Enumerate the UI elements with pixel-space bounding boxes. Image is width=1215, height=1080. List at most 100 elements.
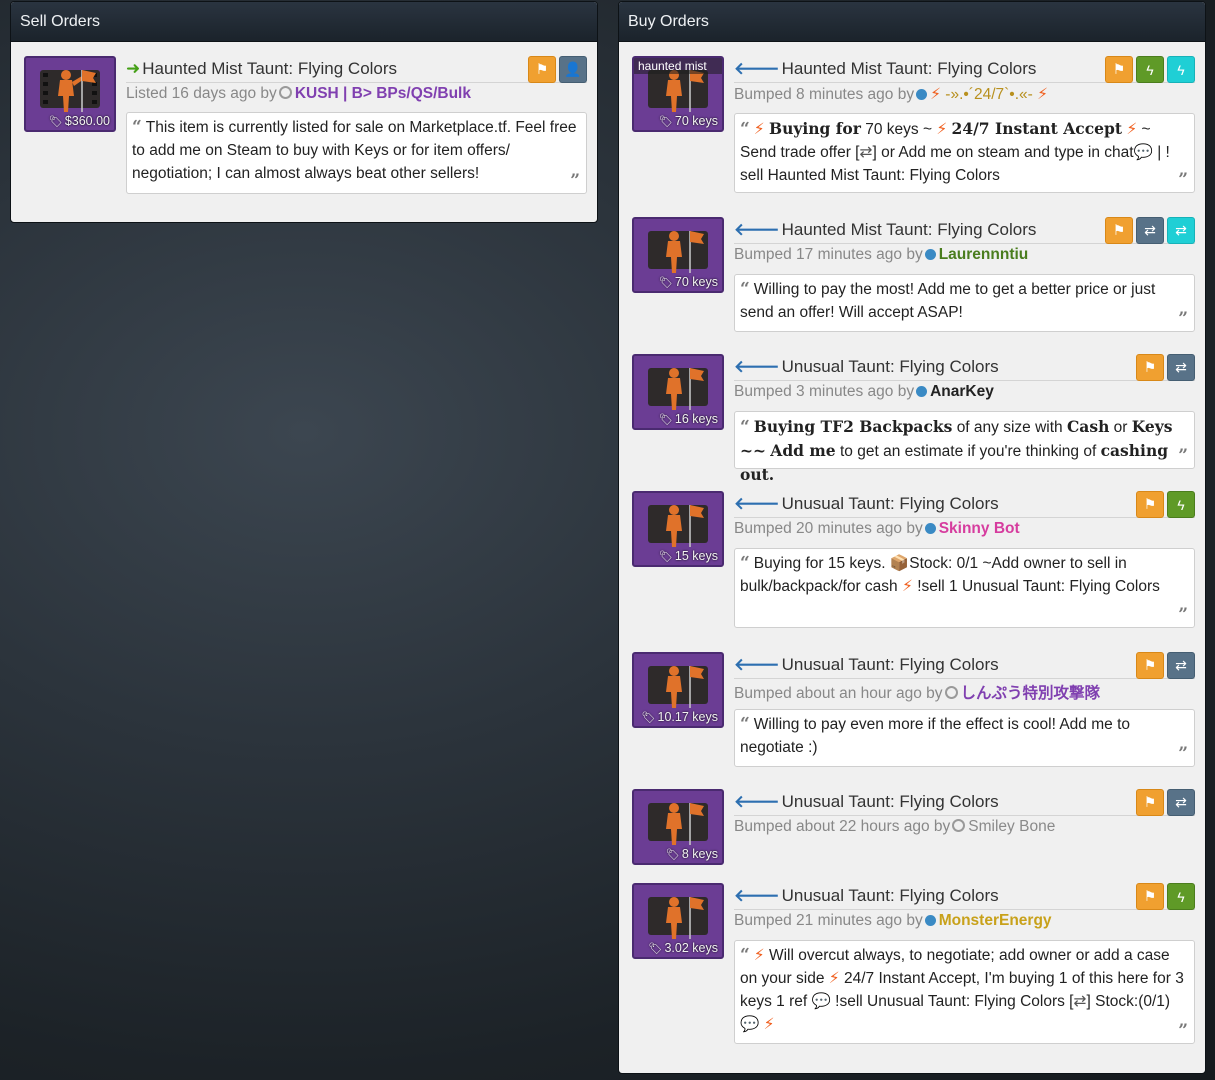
item-thumbnail[interactable]: 🏷 8 keys: [632, 789, 724, 865]
chat-bubble-icon: 💬: [1133, 144, 1153, 161]
item-title[interactable]: Haunted Mist Taunt: Flying Colors: [782, 220, 1037, 239]
listing-actions: ⚑ ⇄: [1136, 789, 1195, 816]
tag-icon: 🏷: [48, 116, 63, 128]
swap-icon: ⇄: [1073, 993, 1087, 1010]
buy-listing-5: 🏷 10.17 keys 🡐 Unusual Taunt: Flying Color…: [632, 652, 1195, 772]
item-price-label: 🏷 70 keys: [659, 114, 718, 128]
desc-part: 24/7 Instant Accept: [951, 119, 1122, 138]
desc-part: 70 keys ~: [865, 121, 933, 138]
desc-part: ~: [1141, 121, 1151, 138]
item-title[interactable]: Unusual Taunt: Flying Colors: [782, 886, 999, 905]
desc-part: Buying for 15 keys.: [753, 555, 886, 572]
buyer-username[interactable]: Smiley Bone: [968, 818, 1055, 835]
lightning-icon: ⚡: [828, 970, 840, 987]
trade-offer-button[interactable]: ⇄: [1167, 652, 1195, 679]
item-title-row: 🡐 Unusual Taunt: Flying Colors: [734, 791, 1195, 816]
item-price-label: 🏷 70 keys: [659, 275, 718, 289]
report-flag-button[interactable]: ⚑: [1136, 354, 1164, 381]
taunt-item-image: [648, 231, 708, 273]
trade-offer-button[interactable]: ⇄: [1167, 789, 1195, 816]
item-thumbnail[interactable]: 🏷 16 keys: [632, 354, 724, 430]
chat-bubble-icon: 💬: [811, 993, 831, 1010]
item-title[interactable]: Unusual Taunt: Flying Colors: [782, 792, 999, 811]
item-thumbnail[interactable]: 🏷 15 keys: [632, 491, 724, 567]
instant-trade-button[interactable]: ϟ: [1136, 56, 1164, 83]
report-flag-button[interactable]: ⚑: [1136, 789, 1164, 816]
item-title-row: 🡐 Unusual Taunt: Flying Colors: [734, 493, 1195, 518]
sell-orders-panel: Sell Orders 🏷 $360.00 ➜ Haunted Mist Taunt…: [10, 1, 598, 223]
listing-meta: Listed 16 days ago by KUSH | B> BPs/QS/Bu…: [126, 85, 471, 103]
tag-icon: 🏷: [658, 277, 673, 289]
trade-offer-button[interactable]: ⇄: [1167, 354, 1195, 381]
item-thumbnail[interactable]: 🏷 10.17 keys: [632, 652, 724, 728]
item-price-label: 🏷 10.17 keys: [642, 710, 718, 724]
report-flag-button[interactable]: ⚑: [1136, 883, 1164, 910]
listing-actions: ⚑ ϟ: [1136, 491, 1195, 518]
listing-actions: ⚑ ⇄ ⇄: [1105, 217, 1195, 244]
item-title-row: 🡐 Unusual Taunt: Flying Colors: [734, 356, 1195, 381]
item-price-label: 🏷 3.02 keys: [649, 941, 718, 955]
instant-trade-button[interactable]: ϟ: [1167, 491, 1195, 518]
item-thumbnail[interactable]: 🏷 70 keys: [632, 217, 724, 293]
item-title[interactable]: Haunted Mist Taunt: Flying Colors: [782, 59, 1037, 78]
seller-username[interactable]: KUSH | B> BPs/QS/Bulk: [295, 85, 471, 102]
tag-icon: 🏷: [665, 849, 680, 861]
tag-icon: 🏷: [658, 116, 673, 128]
instant-trade-button[interactable]: ϟ: [1167, 883, 1195, 910]
taunt-item-image: [40, 70, 100, 112]
item-title-row: 🡐 Unusual Taunt: Flying Colors: [734, 654, 1195, 679]
report-flag-button[interactable]: ⚑: [528, 56, 556, 83]
swap-icon: ⇄: [1175, 222, 1187, 238]
online-status-icon: [916, 386, 928, 397]
desc-part: Buying for: [768, 119, 861, 138]
status-ring-icon: [952, 819, 966, 832]
effect-label: haunted mist: [634, 58, 722, 74]
item-title-row: 🡐 Unusual Taunt: Flying Colors: [734, 885, 1195, 910]
item-thumbnail[interactable]: 🏷 $360.00: [24, 56, 116, 132]
description-text: Willing to pay even more if the effect i…: [740, 716, 1130, 756]
buyer-username[interactable]: しんぷう特別攻撃隊: [961, 685, 1101, 702]
lightning-icon: ⚡: [930, 86, 941, 103]
add-friend-button[interactable]: 👤: [559, 56, 587, 83]
buy-listing-6: 🏷 8 keys 🡐 Unusual Taunt: Flying Colors ⚑ …: [632, 789, 1195, 869]
listing-description: “⚡ Will overcut always, to negotiate; ad…: [734, 940, 1195, 1044]
buy-orders-header: Buy Orders: [619, 2, 1205, 42]
lightning-icon: ϟ: [1177, 496, 1185, 513]
buyer-username[interactable]: Laurennntiu: [939, 246, 1029, 263]
lightning-icon: ⚡: [763, 1016, 775, 1033]
quote-close-icon: ”: [1178, 605, 1188, 625]
report-flag-button[interactable]: ⚑: [1136, 652, 1164, 679]
item-price: 70 keys: [674, 275, 718, 289]
listing-actions: ⚑ ⇄: [1136, 652, 1195, 679]
trade-offer-button[interactable]: ⇄: [1136, 217, 1164, 244]
report-flag-button[interactable]: ⚑: [1136, 491, 1164, 518]
buyer-username[interactable]: MonsterEnergy: [939, 912, 1052, 929]
send-offer-button[interactable]: ⇄: [1167, 217, 1195, 244]
buyer-username[interactable]: Skinny Bot: [939, 520, 1020, 537]
flag-icon: ⚑: [1112, 61, 1126, 77]
item-title[interactable]: Haunted Mist Taunt: Flying Colors: [142, 59, 397, 78]
item-price: 70 keys: [674, 114, 718, 128]
item-thumbnail[interactable]: 🏷 3.02 keys: [632, 883, 724, 959]
item-title[interactable]: Unusual Taunt: Flying Colors: [782, 494, 999, 513]
online-status-icon: [924, 249, 936, 260]
lightning-icon: ϟ: [1146, 61, 1154, 78]
listing-actions: ⚑ ⇄: [1136, 354, 1195, 381]
lightning-icon: ⚡: [901, 578, 913, 595]
flag-icon: ⚑: [1112, 222, 1126, 238]
item-title[interactable]: Unusual Taunt: Flying Colors: [782, 655, 999, 674]
report-flag-button[interactable]: ⚑: [1105, 56, 1133, 83]
bumped-time: Bumped 8 minutes ago by: [734, 86, 915, 103]
item-thumbnail[interactable]: haunted mist 🏷 70 keys: [632, 56, 724, 132]
item-price-label: 🏷 $360.00: [49, 114, 110, 128]
buyer-username[interactable]: AnarKey: [930, 383, 994, 400]
arrow-left-icon: 🡐: [734, 357, 780, 376]
buyer-username[interactable]: -».•´24/7`•.«-: [945, 86, 1033, 103]
tag-icon: 🏷: [641, 712, 656, 724]
instant-trade-offer-button[interactable]: ϟ: [1167, 56, 1195, 83]
report-flag-button[interactable]: ⚑: [1105, 217, 1133, 244]
item-title[interactable]: Unusual Taunt: Flying Colors: [782, 357, 999, 376]
arrow-left-icon: 🡐: [734, 886, 780, 905]
quote-close-icon: ”: [570, 171, 580, 191]
listing-actions: ⚑ 👤: [528, 56, 587, 83]
